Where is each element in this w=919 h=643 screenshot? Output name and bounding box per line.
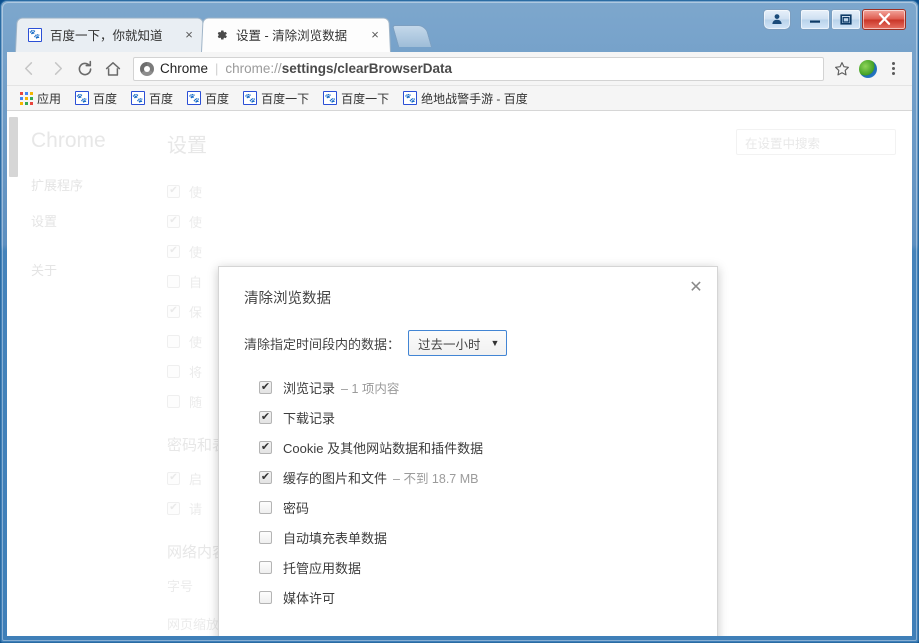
forward-button-icon[interactable]: [43, 55, 71, 83]
close-icon[interactable]: ✕: [685, 277, 707, 299]
chrome-logo-icon: [140, 61, 154, 76]
bookmarks-bar: 应用 🐾 百度 🐾 百度 🐾 百度 🐾 百度一下 🐾 百度一下 🐾 绝地战警手游…: [7, 86, 912, 111]
page-scrollbar-track[interactable]: [9, 111, 19, 636]
bookmark-item-6[interactable]: 🐾 绝地战警手游 - 百度: [398, 88, 533, 109]
data-type-label: Cookie 及其他网站数据和插件数据: [283, 440, 484, 456]
title-bar: 🐾 百度一下，你就知道 × 设置 - 清除浏览数据 ×: [7, 5, 912, 53]
checkbox-icon[interactable]: [259, 500, 272, 514]
time-range-field: 清除指定时间段内的数据： 过去一小时 ▼: [244, 330, 695, 356]
checkbox-icon[interactable]: [259, 530, 272, 544]
dialog-title: 清除浏览数据: [244, 291, 331, 307]
data-type-label: 密码: [283, 500, 310, 516]
tab-settings[interactable]: 设置 - 清除浏览数据 ×: [201, 17, 391, 52]
tab-title: 百度一下，你就知道: [50, 29, 163, 43]
omnibox-url-path: settings/clearBrowserData: [281, 61, 453, 76]
dialog-body: ✕ 清除浏览数据 清除指定时间段内的数据： 过去一小时 ▼ ✔ 浏览记录 – 1…: [219, 267, 717, 618]
bookmark-item-5[interactable]: 🐾 百度一下: [318, 88, 394, 109]
apps-grid-icon: [20, 91, 33, 105]
omnibox-divider: |: [215, 61, 219, 76]
baidu-paw-icon: 🐾: [75, 91, 90, 105]
data-type-label: 媒体许可: [283, 590, 336, 606]
bookmark-label: 绝地战警手游 - 百度: [421, 91, 528, 106]
bookmark-item-3[interactable]: 🐾 百度: [182, 88, 234, 109]
checkbox-icon[interactable]: [259, 560, 272, 574]
data-type-row-autofill[interactable]: 自动填充表单数据: [241, 522, 695, 552]
omnibox-url-prefix: chrome://: [225, 61, 282, 76]
checkbox-icon[interactable]: ✔: [259, 440, 272, 454]
tab-title: 设置 - 清除浏览数据: [236, 29, 348, 43]
baidu-bear-icon: 🐾: [403, 91, 418, 105]
chevron-down-icon: ▼: [490, 338, 500, 348]
close-window-button[interactable]: [862, 8, 906, 30]
address-bar[interactable]: Chrome | chrome:// settings/clearBrowser…: [133, 56, 824, 81]
omnibox-scheme-label: Chrome: [160, 61, 209, 76]
bookmark-label: 百度一下: [341, 91, 390, 106]
data-type-row-hosted-app-data[interactable]: 托管应用数据: [241, 552, 695, 582]
checkbox-icon[interactable]: ✔: [259, 380, 272, 394]
new-tab-button[interactable]: [391, 25, 433, 47]
data-type-row-passwords[interactable]: 密码: [241, 492, 695, 522]
data-type-row-download-history[interactable]: ✔ 下载记录: [241, 402, 695, 432]
checkbox-icon[interactable]: ✔: [259, 470, 272, 484]
bookmark-star-icon[interactable]: [830, 57, 854, 81]
close-icon[interactable]: ×: [367, 27, 383, 43]
baidu-paw-icon: 🐾: [323, 91, 338, 105]
dialog-actions: 清除浏览数据 取消: [219, 618, 717, 636]
data-type-label: 自动填充表单数据: [283, 530, 388, 546]
bookmark-label: 应用: [37, 91, 62, 106]
browser-toolbar: Chrome | chrome:// settings/clearBrowser…: [7, 52, 912, 86]
bookmark-item-2[interactable]: 🐾 百度: [126, 88, 178, 109]
close-icon[interactable]: ×: [181, 27, 197, 43]
checkbox-icon[interactable]: ✔: [259, 410, 272, 424]
bookmark-apps[interactable]: 应用: [15, 88, 66, 109]
browser-window: 🐾 百度一下，你就知道 × 设置 - 清除浏览数据 × Chrome | chr…: [0, 0, 919, 643]
time-range-select[interactable]: 过去一小时 ▼: [408, 330, 508, 356]
bookmark-item-4[interactable]: 🐾 百度一下: [238, 88, 314, 109]
data-type-label: 缓存的图片和文件: [283, 470, 388, 486]
minimize-button[interactable]: [800, 8, 830, 30]
checkbox-icon[interactable]: [259, 590, 272, 604]
tab-baidu[interactable]: 🐾 百度一下，你就知道 ×: [15, 17, 205, 52]
clear-browsing-data-dialog: ✕ 清除浏览数据 清除指定时间段内的数据： 过去一小时 ▼ ✔ 浏览记录 – 1…: [218, 266, 718, 636]
baidu-paw-icon: 🐾: [187, 91, 202, 105]
data-type-row-cached-files[interactable]: ✔ 缓存的图片和文件 – 不到 18.7 MB: [241, 462, 695, 492]
maximize-button[interactable]: [831, 8, 861, 30]
settings-page: Chrome 扩展程序 设置 关于 设置 ✔使 ✔使 ✔使 自 ✔保 使 将 随…: [7, 111, 912, 636]
data-type-label: 下载记录: [283, 410, 336, 426]
tab-strip: 🐾 百度一下，你就知道 × 设置 - 清除浏览数据 ×: [15, 17, 762, 53]
bookmark-label: 百度一下: [261, 91, 310, 106]
baidu-paw-icon: 🐾: [131, 91, 146, 105]
data-type-row-browsing-history[interactable]: ✔ 浏览记录 – 1 项内容: [241, 372, 695, 402]
user-avatar-button[interactable]: [763, 8, 791, 30]
reload-button-icon[interactable]: [71, 55, 99, 83]
bookmark-item-1[interactable]: 🐾 百度: [70, 88, 122, 109]
bookmark-label: 百度: [149, 91, 174, 106]
extension-icon[interactable]: [859, 59, 877, 78]
home-button-icon[interactable]: [99, 55, 127, 83]
time-range-value: 过去一小时: [418, 337, 481, 352]
data-type-detail: – 1 项内容: [341, 381, 400, 396]
back-button-icon[interactable]: [15, 55, 43, 83]
baidu-paw-icon: 🐾: [243, 91, 258, 105]
page-scrollbar-thumb[interactable]: [9, 117, 18, 177]
data-type-detail: – 不到 18.7 MB: [393, 471, 479, 486]
time-range-label: 清除指定时间段内的数据：: [244, 336, 401, 352]
gear-icon: [213, 27, 229, 43]
window-controls: [762, 8, 906, 30]
data-type-row-media-licenses[interactable]: 媒体许可: [241, 582, 695, 612]
data-type-row-cookies[interactable]: ✔ Cookie 及其他网站数据和插件数据: [241, 432, 695, 462]
data-type-label: 浏览记录: [283, 380, 336, 396]
bookmark-label: 百度: [93, 91, 118, 106]
data-type-label: 托管应用数据: [283, 560, 362, 576]
bookmark-label: 百度: [205, 91, 230, 106]
baidu-paw-icon: 🐾: [27, 27, 43, 43]
chrome-menu-icon[interactable]: [882, 57, 904, 81]
window-inner-frame: 🐾 百度一下，你就知道 × 设置 - 清除浏览数据 × Chrome | chr…: [7, 5, 912, 636]
